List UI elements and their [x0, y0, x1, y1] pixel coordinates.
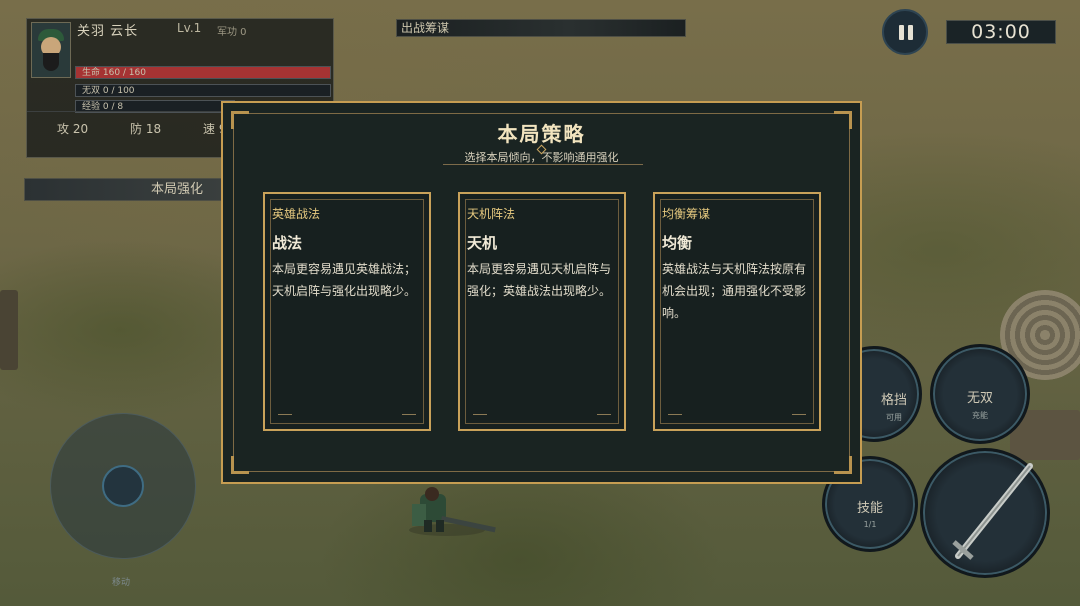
skill-label: 技能: [856, 501, 883, 516]
strategy-modal: 本局策略 选择本局倾向，不影响通用强化 英雄战法 战法 本局更容易遇见英雄战法；…: [221, 101, 862, 484]
card-heading: 天机: [467, 234, 498, 252]
card-description: 本局更容易遇见英雄战法；天机启阵与强化出现略少。: [272, 262, 417, 298]
hero-name: 关羽 云长: [77, 24, 139, 39]
hero-level: Lv.1: [177, 21, 202, 35]
sword-icon: [952, 463, 1033, 560]
hero-portrait: [31, 22, 71, 78]
hero-merit: 军功 0: [217, 27, 247, 38]
musou-bar: 无双 0 / 100: [75, 84, 331, 97]
pause-icon: [899, 25, 904, 40]
card-tag: 英雄战法: [272, 207, 321, 221]
musou-button-label: 无双: [966, 391, 993, 406]
fence-post: [0, 290, 18, 370]
strategy-card-heaven-formation[interactable]: 天机阵法 天机 本局更容易遇见天机启阵与强化；英雄战法出现略少。: [458, 192, 626, 431]
card-tag: 均衡筹谋: [662, 207, 711, 221]
block-label: 格挡: [880, 393, 907, 408]
defense-stat: 防 18: [130, 122, 162, 136]
hp-bar: 生命 160 / 160: [75, 66, 331, 79]
countdown-timer: 03:00: [946, 20, 1056, 44]
card-description: 英雄战法与天机阵法按原有机会出现；通用强化不受影响。: [662, 262, 807, 320]
card-description: 本局更容易遇见天机启阵与强化；英雄战法出现略少。: [467, 262, 612, 298]
hero-sprite: [409, 487, 496, 536]
block-status: 可用: [886, 413, 902, 422]
card-heading: 均衡: [662, 234, 693, 252]
musou-button[interactable]: 无双 充能: [930, 344, 1030, 444]
pause-button[interactable]: [882, 9, 928, 55]
strategy-card-balanced[interactable]: 均衡筹谋 均衡 英雄战法与天机阵法按原有机会出现；通用强化不受影响。: [653, 192, 821, 431]
hp-label: 生命 160 / 160: [82, 68, 146, 78]
card-tag: 天机阵法: [467, 207, 516, 221]
musou-label: 无双 0 / 100: [82, 86, 135, 96]
attack-stat: 攻 20: [57, 122, 89, 136]
strategy-card-hero-tactics[interactable]: 英雄战法 战法 本局更容易遇见英雄战法；天机启阵与强化出现略少。: [263, 192, 431, 431]
battle-plan-bar[interactable]: 出战筹谋: [396, 19, 686, 37]
joystick-knob[interactable]: [102, 465, 144, 507]
musou-status: 充能: [972, 411, 988, 420]
card-heading: 战法: [272, 234, 303, 252]
joystick-label: 移动: [112, 578, 131, 588]
round-upgrade-button[interactable]: 本局强化: [24, 178, 224, 201]
modal-title: 本局策略: [497, 122, 586, 146]
skill-count: 1/1: [863, 520, 877, 529]
